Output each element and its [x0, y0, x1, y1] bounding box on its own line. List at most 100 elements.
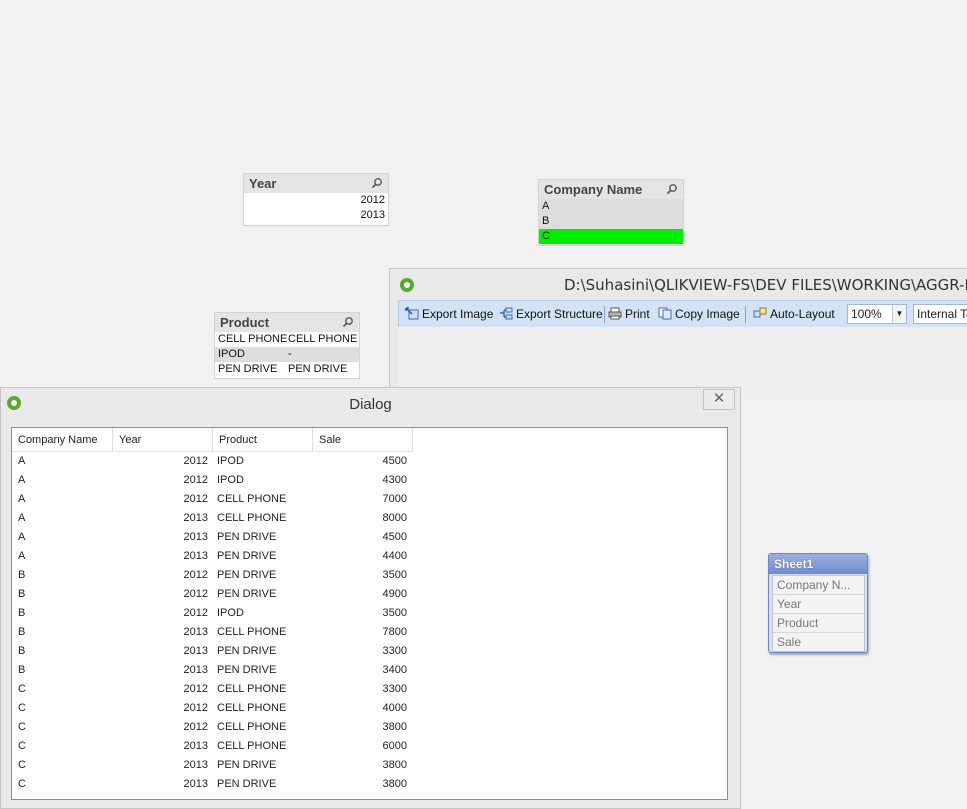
- table-row[interactable]: C 2013 PEN DRIVE 3800: [12, 775, 422, 794]
- table-cell: A: [18, 550, 26, 562]
- sheet1-field[interactable]: Company N...: [773, 576, 864, 595]
- column-header-year[interactable]: Year: [113, 428, 213, 452]
- sheet1-table-box[interactable]: Sheet1 Company N... Year Product Sale: [768, 553, 868, 653]
- listbox-item-expression: PEN DRIVE: [288, 363, 348, 375]
- table-cell: A: [18, 531, 26, 543]
- table-cell: 6000: [382, 740, 407, 752]
- search-icon[interactable]: [371, 177, 383, 189]
- export-image-icon: [405, 307, 419, 320]
- listbox-year[interactable]: Year 2012 2013: [243, 173, 389, 226]
- table-cell: C: [18, 740, 26, 752]
- listbox-company-name[interactable]: Company Name A B C: [538, 179, 684, 246]
- dialog-title: Dialog: [349, 396, 392, 413]
- listbox-item[interactable]: PEN DRIVE PEN DRIVE: [215, 362, 359, 377]
- column-header-company-name[interactable]: Company Name: [12, 428, 113, 452]
- listbox-item[interactable]: 2012: [244, 193, 388, 208]
- listbox-item-selected[interactable]: C: [539, 229, 683, 244]
- listbox-year-title: Year: [244, 174, 388, 193]
- sheet1-field[interactable]: Product: [773, 614, 864, 633]
- search-icon[interactable]: [342, 316, 354, 328]
- table-cell: 3500: [382, 607, 407, 619]
- copy-image-button[interactable]: Copy Image: [657, 304, 740, 324]
- auto-layout-button[interactable]: Auto-Layout: [752, 304, 835, 324]
- table-cell: B: [18, 645, 26, 657]
- listbox-product[interactable]: Product CELL PHONE CELL PHONE IPOD - PEN…: [214, 312, 360, 379]
- table-row[interactable]: B 2012 PEN DRIVE 3500: [12, 566, 422, 585]
- table-cell: 4500: [382, 455, 407, 467]
- close-icon: ✕: [712, 390, 726, 407]
- preview-dialog: Dialog ✕ Company Name Year Product Sale …: [0, 387, 741, 809]
- close-button[interactable]: ✕: [703, 389, 735, 410]
- table-cell: CELL PHONE: [217, 702, 287, 714]
- sheet1-fields: Company N... Year Product Sale: [772, 575, 865, 652]
- table-cell: B: [18, 569, 26, 581]
- table-row[interactable]: A 2012 IPOD 4300: [12, 471, 422, 490]
- listbox-item[interactable]: 2013: [244, 208, 388, 223]
- export-structure-button[interactable]: Export Structure: [498, 304, 603, 324]
- table-row[interactable]: B 2012 IPOD 3500: [12, 604, 422, 623]
- table-cell: PEN DRIVE: [217, 778, 277, 790]
- table-row[interactable]: A 2013 PEN DRIVE 4400: [12, 547, 422, 566]
- export-structure-icon: [500, 307, 513, 320]
- table-cell: CELL PHONE: [217, 626, 287, 638]
- table-cell: 3300: [382, 683, 407, 695]
- table-cell: 7800: [382, 626, 407, 638]
- table-viewer-title: D:\Suhasini\QLIKVIEW-FS\DEV FILES\WORKIN…: [564, 276, 967, 294]
- zoom-value: 100%: [851, 307, 882, 321]
- table-cell: A: [18, 474, 26, 486]
- table-row[interactable]: C 2012 CELL PHONE 4000: [12, 699, 422, 718]
- table-cell: C: [18, 778, 26, 790]
- table-cell: 2013: [183, 778, 208, 790]
- table-cell: 2012: [183, 474, 208, 486]
- table-row[interactable]: A 2013 PEN DRIVE 4500: [12, 528, 422, 547]
- table-row[interactable]: A 2013 CELL PHONE 8000: [12, 509, 422, 528]
- qlikview-logo-icon: [400, 278, 414, 292]
- sheet1-field[interactable]: Year: [773, 595, 864, 614]
- listbox-item[interactable]: A: [539, 199, 683, 214]
- table-cell: 2013: [183, 645, 208, 657]
- column-header-product[interactable]: Product: [213, 428, 313, 452]
- table-row[interactable]: B 2013 CELL PHONE 7800: [12, 623, 422, 642]
- table-cell: 2012: [183, 721, 208, 733]
- view-select[interactable]: Internal Table View: [913, 304, 967, 324]
- table-row[interactable]: C 2012 CELL PHONE 3300: [12, 680, 422, 699]
- table-cell: 3400: [382, 664, 407, 676]
- sheet1-field[interactable]: Sale: [773, 633, 864, 651]
- listbox-item[interactable]: CELL PHONE CELL PHONE: [215, 332, 359, 347]
- table-cell: 2012: [183, 455, 208, 467]
- table-row[interactable]: A 2012 CELL PHONE 7000: [12, 490, 422, 509]
- table-cell: 2012: [183, 683, 208, 695]
- table-row[interactable]: B 2012 PEN DRIVE 4900: [12, 585, 422, 604]
- print-button[interactable]: Print: [607, 304, 650, 324]
- listbox-item[interactable]: B: [539, 214, 683, 229]
- table-cell: 2013: [183, 550, 208, 562]
- sheet1-title[interactable]: Sheet1: [769, 554, 867, 574]
- table-cell: 2012: [183, 607, 208, 619]
- table-row[interactable]: C 2012 CELL PHONE 3800: [12, 718, 422, 737]
- table-row[interactable]: B 2013 PEN DRIVE 3300: [12, 642, 422, 661]
- column-header-sale[interactable]: Sale: [313, 428, 413, 452]
- toolbar-separator: [745, 306, 746, 323]
- table-cell: 4400: [382, 550, 407, 562]
- listbox-item[interactable]: IPOD -: [215, 347, 359, 362]
- preview-table[interactable]: Company Name Year Product Sale A 2012 IPOD…: [11, 427, 728, 800]
- table-row[interactable]: C 2013 PEN DRIVE 3800: [12, 756, 422, 775]
- zoom-select[interactable]: 100% ▼: [847, 304, 907, 324]
- table-cell: PEN DRIVE: [217, 531, 277, 543]
- table-cell: PEN DRIVE: [217, 664, 277, 676]
- table-row[interactable]: B 2013 PEN DRIVE 3400: [12, 661, 422, 680]
- table-cell: 2013: [183, 740, 208, 752]
- dropdown-arrow-icon[interactable]: ▼: [892, 305, 906, 323]
- table-row[interactable]: C 2013 CELL PHONE 6000: [12, 737, 422, 756]
- table-cell: B: [18, 607, 26, 619]
- listbox-item-expression: -: [288, 348, 292, 360]
- table-cell: C: [18, 702, 26, 714]
- table-cell: CELL PHONE: [217, 683, 287, 695]
- table-cell: PEN DRIVE: [217, 645, 277, 657]
- table-row[interactable]: A 2012 IPOD 4500: [12, 452, 422, 471]
- table-cell: 3800: [382, 721, 407, 733]
- table-cell: 4900: [382, 588, 407, 600]
- export-image-button[interactable]: Export Image: [404, 304, 493, 324]
- copy-image-label: Copy Image: [675, 307, 740, 321]
- search-icon[interactable]: [666, 183, 678, 195]
